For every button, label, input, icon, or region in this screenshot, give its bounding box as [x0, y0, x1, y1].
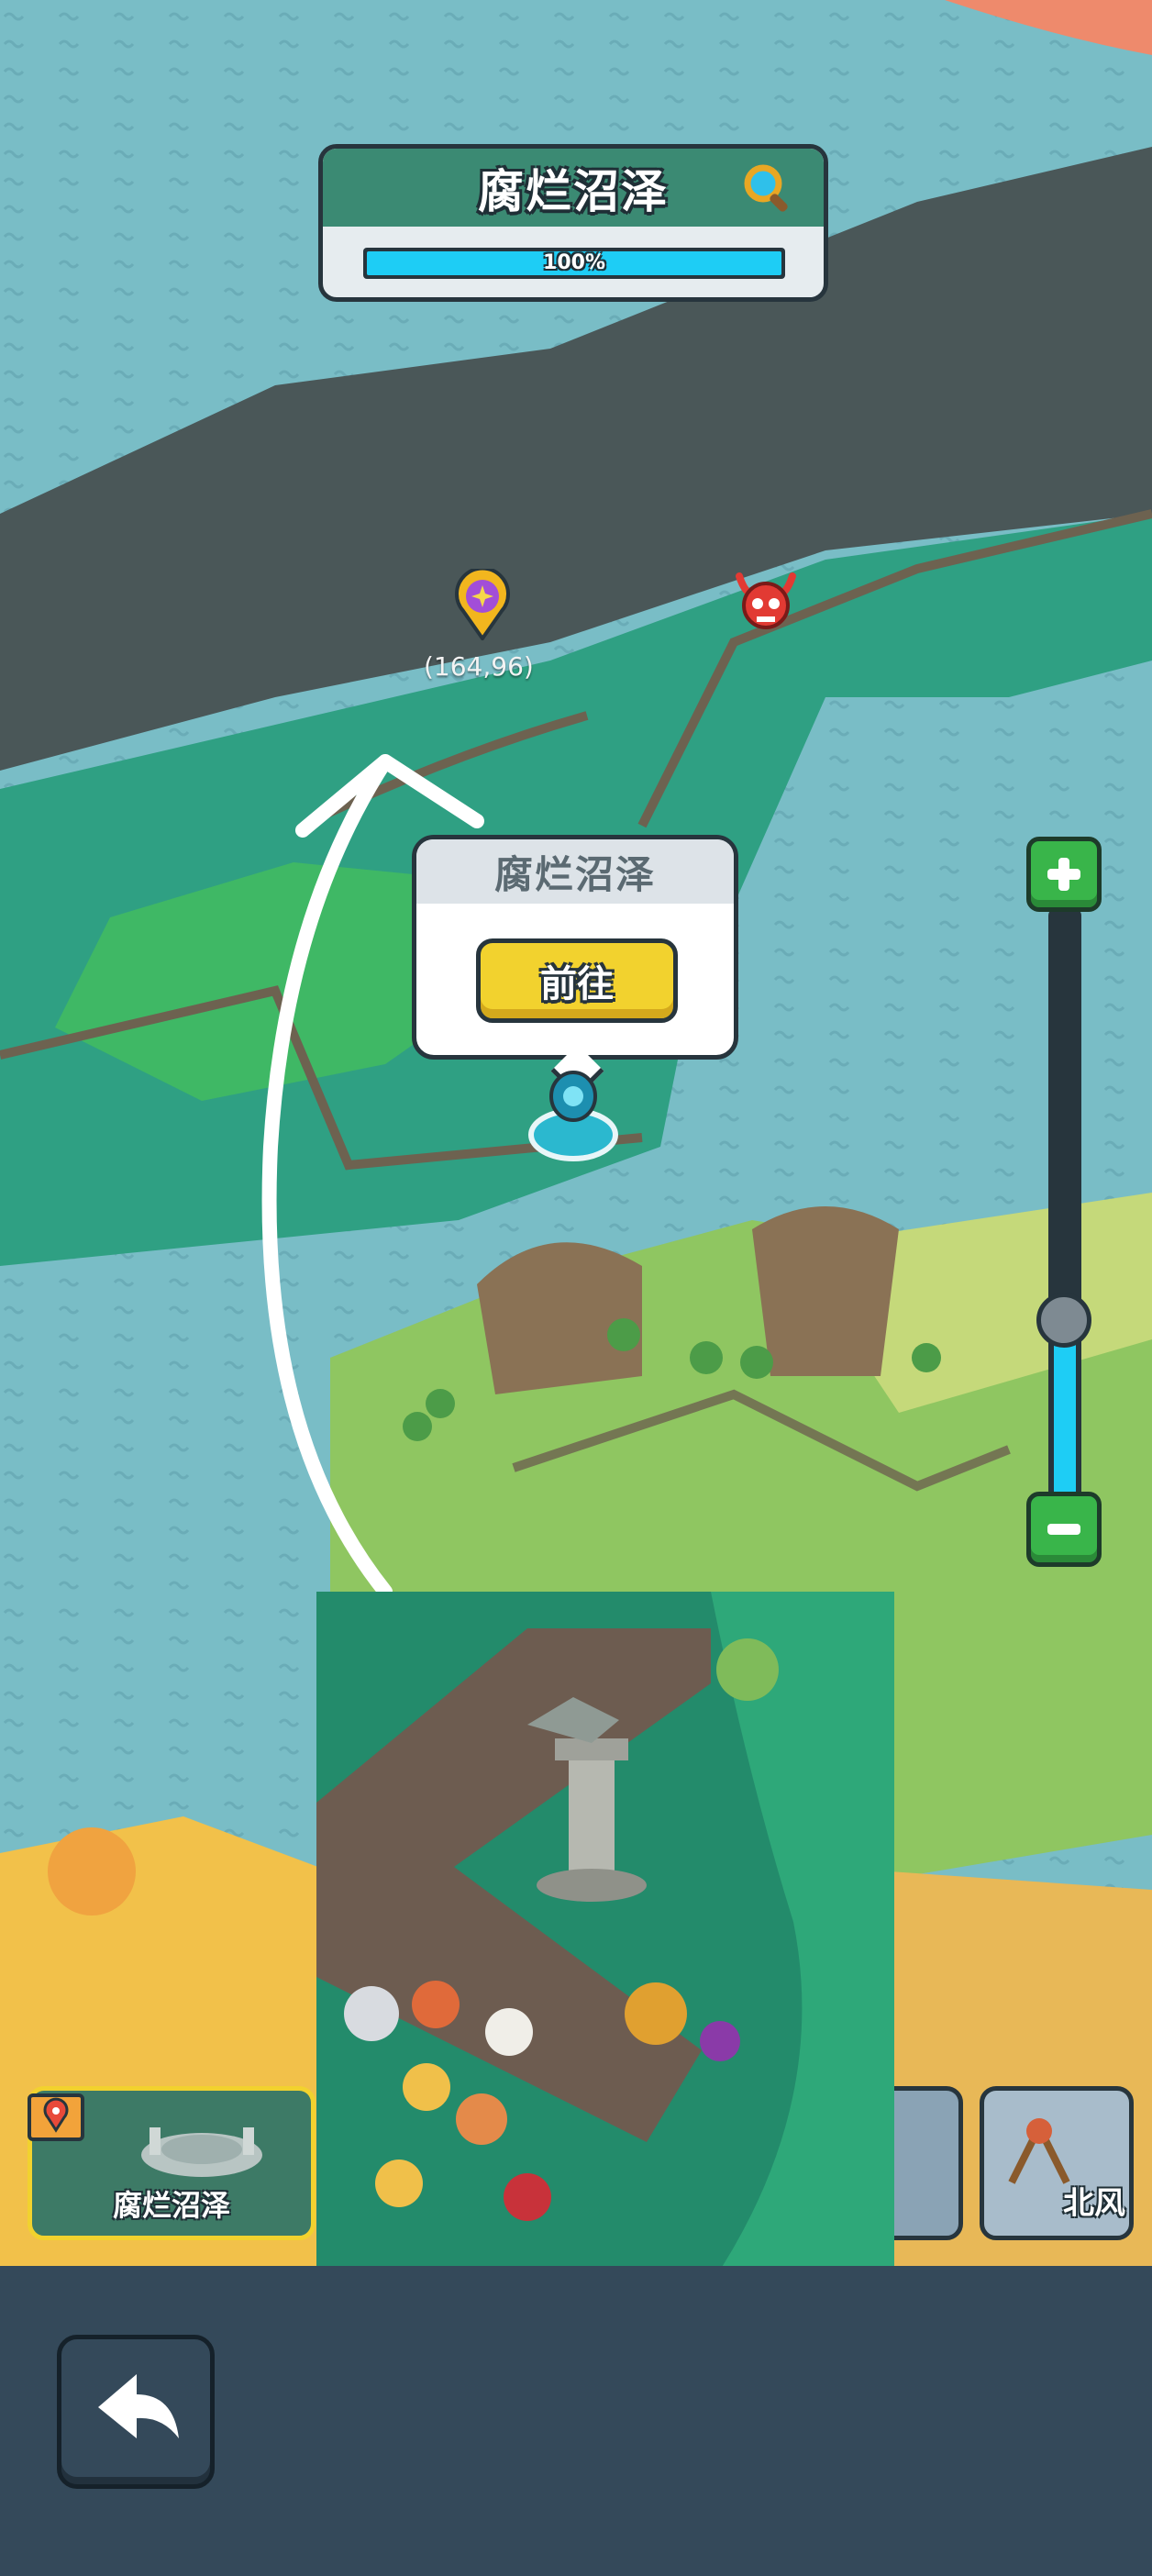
map-pin-icon [28, 2093, 84, 2141]
go-button-label: 前往 [540, 963, 614, 1005]
search-icon[interactable] [739, 160, 796, 217]
area-card-label: 北风 [1063, 2185, 1125, 2222]
go-button[interactable]: 前往 [476, 938, 678, 1023]
popup-title: 腐烂沼泽 [493, 851, 656, 897]
battle-preview [316, 1592, 894, 2284]
progress-label: 100% [543, 251, 605, 274]
zoom-in-icon[interactable] [1026, 837, 1102, 912]
zoom-slider-handle[interactable] [1036, 1292, 1091, 1348]
area-title-panel: 腐烂沼泽 100% [318, 144, 828, 302]
area-card-label: 腐烂沼泽 [112, 2188, 230, 2223]
area-card[interactable]: 北风 [980, 2086, 1134, 2240]
zoom-out-icon[interactable] [1026, 1492, 1102, 1567]
back-button[interactable] [57, 2335, 215, 2489]
location-pin-icon[interactable] [454, 569, 511, 640]
exploration-progress-bar: 100% [363, 248, 785, 279]
zoom-slider-track[interactable] [1048, 908, 1081, 1523]
demon-skull-icon[interactable] [734, 571, 798, 633]
area-popup: 腐烂沼泽 前往 [412, 835, 738, 1098]
coordinate-label: (164,96) [424, 651, 534, 682]
portal-marker-icon[interactable] [527, 1069, 619, 1165]
back-arrow-icon [98, 2374, 179, 2438]
area-title: 腐烂沼泽 [478, 164, 669, 218]
area-thumbnail-icon [141, 2127, 262, 2177]
